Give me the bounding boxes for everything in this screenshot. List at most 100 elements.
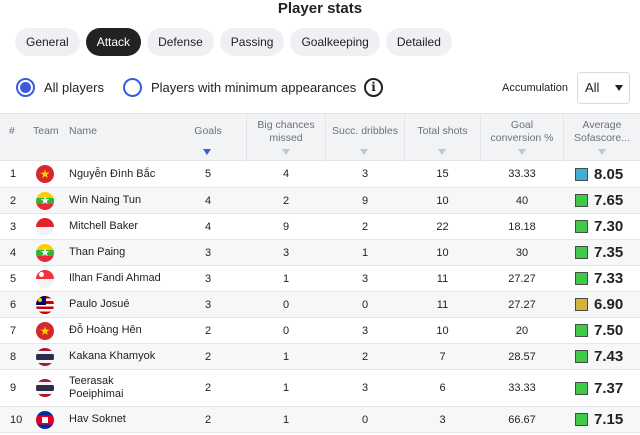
table-row[interactable]: 4 ★ Than Paing 3 3 1 10 30 7.35 <box>0 240 640 266</box>
header-big-chances-line1: Big chances <box>257 119 315 131</box>
big-chances-value: 3 <box>282 246 290 259</box>
team-flag <box>36 344 54 369</box>
tab-defense[interactable]: Defense <box>147 28 214 56</box>
vietnam-flag-icon: ★ <box>36 165 54 183</box>
team-flag <box>36 266 54 291</box>
conversion-value: 27.27 <box>508 298 536 311</box>
goals-value: 5 <box>204 168 212 180</box>
row-index: 1 <box>10 168 17 180</box>
conversion-value: 40 <box>515 194 529 207</box>
header-goal-conversion[interactable]: Goal conversion % <box>481 119 563 145</box>
rating-value: 7.37 <box>594 379 624 397</box>
big-chances-value: 0 <box>282 324 290 337</box>
player-name[interactable]: Teerasak Poeiphimai <box>69 370 169 406</box>
rating-cell: 7.30 <box>575 214 623 239</box>
dribbles-value: 3 <box>361 382 369 394</box>
player-name[interactable]: Win Naing Tun <box>69 188 169 213</box>
rating-color-box <box>575 246 588 259</box>
radio-min-appearances[interactable]: Players with minimum appearances <box>123 78 356 97</box>
team-flag: ★ <box>36 161 54 187</box>
table-row[interactable]: 3 Mitchell Baker 4 9 2 22 18.18 7.30 <box>0 214 640 240</box>
rating-cell: 7.65 <box>575 188 623 213</box>
chevron-down-icon <box>615 85 623 91</box>
total-shots-value: 10 <box>436 324 449 337</box>
player-name[interactable]: Nguyễn Đình Bắc <box>69 161 169 187</box>
total-shots-value: 11 <box>436 298 449 311</box>
rating-color-box <box>575 194 588 207</box>
header-big-chances[interactable]: Big chances missed <box>247 119 325 145</box>
rating-color-box <box>575 350 588 363</box>
row-index: 8 <box>10 350 17 363</box>
malaysia-flag-icon <box>36 295 54 314</box>
team-flag: ★ <box>36 240 54 265</box>
dribbles-value: 0 <box>361 298 369 311</box>
tab-general[interactable]: General <box>15 28 80 56</box>
header-total-shots[interactable]: Total shots <box>405 125 480 138</box>
big-chances-value: 1 <box>282 350 290 363</box>
header-goals[interactable]: Goals <box>170 125 246 138</box>
sort-icon[interactable] <box>282 149 290 155</box>
table-row[interactable]: 5 Ilhan Fandi Ahmad 3 1 3 11 27.27 7.33 <box>0 266 640 292</box>
goals-value: 4 <box>204 220 212 233</box>
sort-icon[interactable] <box>518 149 526 155</box>
big-chances-value: 2 <box>282 194 290 207</box>
table-row[interactable]: 8 Kakana Khamyok 2 1 2 7 28.57 7.43 <box>0 344 640 370</box>
player-name[interactable]: Paulo Josué <box>69 292 169 317</box>
team-flag <box>36 370 54 406</box>
table-row[interactable]: 10 Hav Soknet 2 1 0 3 66.67 7.15 <box>0 407 640 433</box>
rating-color-box <box>575 298 588 311</box>
table-header: # Team Name Goals Big chances missed Suc… <box>0 113 640 162</box>
tab-attack[interactable]: Attack <box>85 28 142 56</box>
goals-value: 3 <box>204 298 212 311</box>
table-row[interactable]: 6 Paulo Josué 3 0 0 11 27.27 6.90 <box>0 292 640 318</box>
player-name[interactable]: Hav Soknet <box>69 407 169 432</box>
big-chances-value: 4 <box>282 168 290 180</box>
table-row[interactable]: 7 ★ Đỗ Hoàng Hên 2 0 3 10 20 7.50 <box>0 318 640 344</box>
total-shots-value: 3 <box>439 413 446 426</box>
header-goal-conversion-line2: conversion % <box>490 132 554 144</box>
rating-cell: 8.05 <box>575 161 623 187</box>
table-row[interactable]: 9 Teerasak Poeiphimai 2 1 3 6 33.33 7.37 <box>0 370 640 407</box>
player-name[interactable]: Kakana Khamyok <box>69 344 169 369</box>
accumulation-select[interactable]: All <box>577 72 630 104</box>
rating-cell: 7.35 <box>575 240 623 265</box>
dribbles-value: 9 <box>361 194 369 207</box>
rating-value: 7.30 <box>594 218 624 235</box>
rating-value: 7.50 <box>594 322 624 339</box>
total-shots-value: 22 <box>436 220 449 233</box>
sort-icon[interactable] <box>598 149 606 155</box>
rating-cell: 7.50 <box>575 318 623 343</box>
stats-tabs: General Attack Defense Passing Goalkeepi… <box>15 28 452 56</box>
rating-color-box <box>575 381 588 395</box>
header-average-rating[interactable]: Average Sofascore... <box>564 119 640 145</box>
indonesia-flag-icon <box>36 217 54 236</box>
tab-detailed[interactable]: Detailed <box>385 28 452 56</box>
player-name[interactable]: Than Paing <box>69 240 169 265</box>
tab-passing[interactable]: Passing <box>219 28 285 56</box>
player-name[interactable]: Mitchell Baker <box>69 214 169 239</box>
header-index: # <box>9 125 15 137</box>
rating-color-box <box>575 413 588 426</box>
sort-icon[interactable] <box>438 149 446 155</box>
table-row[interactable]: 1 ★ Nguyễn Đình Bắc 5 4 3 15 33.33 8.05 <box>0 161 640 188</box>
rating-color-box <box>575 220 588 233</box>
tab-goalkeeping[interactable]: Goalkeeping <box>290 28 380 56</box>
row-index: 10 <box>10 413 23 426</box>
header-dribbles[interactable]: Succ. dribbles <box>326 125 404 138</box>
sort-icon[interactable] <box>360 149 368 155</box>
conversion-value: 33.33 <box>508 382 536 394</box>
header-big-chances-line2: missed <box>269 132 303 144</box>
table-row[interactable]: 2 ★ Win Naing Tun 4 2 9 10 40 7.65 <box>0 188 640 214</box>
player-name[interactable]: Ilhan Fandi Ahmad <box>69 266 169 291</box>
sort-desc-icon[interactable] <box>203 149 211 155</box>
dribbles-value: 2 <box>361 220 369 233</box>
player-name[interactable]: Đỗ Hoàng Hên <box>69 318 169 343</box>
info-icon[interactable]: i <box>364 78 383 97</box>
team-flag: ★ <box>36 318 54 343</box>
radio-all-players[interactable]: All players <box>16 78 104 97</box>
goals-value: 2 <box>204 324 212 337</box>
team-flag: ★ <box>36 188 54 213</box>
myanmar-flag-icon: ★ <box>36 243 54 262</box>
header-goal-conversion-line1: Goal <box>510 119 534 131</box>
conversion-value: 33.33 <box>508 168 536 180</box>
